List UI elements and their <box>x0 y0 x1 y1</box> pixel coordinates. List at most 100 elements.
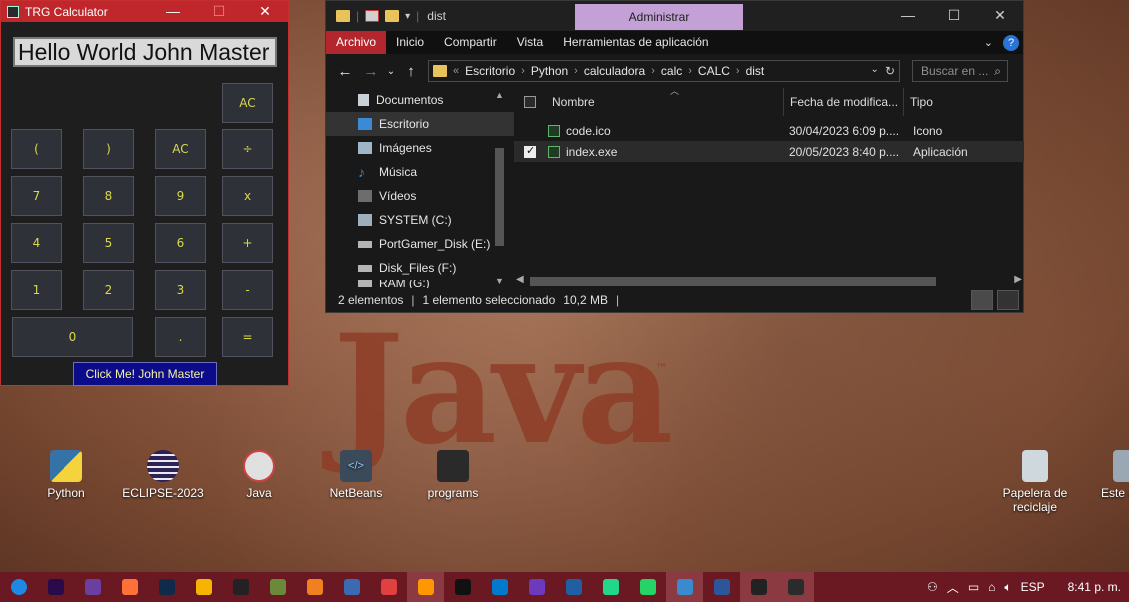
scroll-right-icon[interactable]: ▶ <box>1014 274 1022 285</box>
breadcrumb-overflow-icon[interactable]: « <box>453 65 459 77</box>
scroll-left-icon[interactable]: ◀ <box>516 274 524 285</box>
taskbar-button[interactable] <box>259 572 296 602</box>
column-tipo[interactable]: Tipo <box>904 88 1024 116</box>
breadcrumb-separator-icon[interactable]: › <box>651 65 655 77</box>
desktop-icon-programs[interactable]: programs <box>408 450 498 500</box>
refresh-icon[interactable]: ↻ <box>885 64 895 78</box>
taskbar-button[interactable] <box>333 572 370 602</box>
taskbar-button[interactable] <box>666 572 703 602</box>
select-all-checkbox[interactable] <box>524 96 536 108</box>
taskbar-button[interactable] <box>0 572 37 602</box>
address-dropdown-icon[interactable]: ⌄ <box>871 64 879 78</box>
nav-item-system-c[interactable]: SYSTEM (C:) <box>326 208 514 232</box>
minus-button[interactable]: - <box>222 270 273 310</box>
language-indicator[interactable]: ESP <box>1021 580 1045 594</box>
taskbar-button[interactable] <box>148 572 185 602</box>
taskbar-button[interactable] <box>555 572 592 602</box>
tab-herramientas[interactable]: Herramientas de aplicación <box>553 31 718 54</box>
battery-icon[interactable]: ▭ <box>968 580 979 594</box>
breadcrumb-separator-icon[interactable]: › <box>688 65 692 77</box>
lparen-button[interactable]: ( <box>11 129 62 169</box>
equals-button[interactable]: = <box>222 317 273 357</box>
maximize-button[interactable]: ☐ <box>931 1 977 31</box>
close-button[interactable]: ✕ <box>242 3 288 20</box>
search-input[interactable]: Buscar en ... ⌕ <box>912 60 1008 82</box>
nav-item-imagenes[interactable]: Imágenes <box>326 136 514 160</box>
tab-compartir[interactable]: Compartir <box>434 31 507 54</box>
breadcrumb-calculadora[interactable]: calculadora <box>584 64 645 78</box>
nav-item-musica[interactable]: ♪ Música <box>326 160 514 184</box>
clock[interactable]: 8:41 p. m. <box>1068 580 1121 594</box>
minimize-button[interactable]: — <box>150 3 196 20</box>
breadcrumb-separator-icon[interactable]: › <box>574 65 578 77</box>
taskbar-button[interactable] <box>296 572 333 602</box>
scroll-down-icon[interactable]: ▼ <box>495 276 504 286</box>
taskbar-button[interactable] <box>37 572 74 602</box>
plus-button[interactable]: + <box>222 223 273 263</box>
desktop-icon-python[interactable]: Python <box>21 450 111 500</box>
context-tab-administrar[interactable]: Administrar <box>575 4 743 30</box>
divide-button[interactable]: ÷ <box>222 129 273 169</box>
desktop-icon-java[interactable]: Java <box>214 450 304 500</box>
folder-icon[interactable] <box>336 10 350 22</box>
breadcrumb-dist[interactable]: dist <box>746 64 765 78</box>
large-icons-view-icon[interactable] <box>997 290 1019 310</box>
address-bar[interactable]: « Escritorio › Python › calculadora › ca… <box>428 60 900 82</box>
scrollbar-thumb[interactable] <box>495 148 504 246</box>
taskbar-button[interactable] <box>444 572 481 602</box>
zero-button[interactable]: 0 <box>12 317 133 357</box>
multiply-button[interactable]: x <box>222 176 273 216</box>
taskbar-button[interactable] <box>777 572 814 602</box>
taskbar-button[interactable] <box>74 572 111 602</box>
four-button[interactable]: 4 <box>11 223 62 263</box>
seven-button[interactable]: 7 <box>11 176 62 216</box>
taskbar-button[interactable] <box>592 572 629 602</box>
new-folder-icon[interactable] <box>385 10 400 22</box>
ac-button[interactable]: AC <box>155 129 206 169</box>
desktop-icon-recycle-bin[interactable]: Papelera de reciclaje <box>990 450 1080 514</box>
nav-scrollbar[interactable]: ▲ ▼ <box>492 88 506 288</box>
tab-inicio[interactable]: Inicio <box>386 31 434 54</box>
volume-icon[interactable]: 🔈︎ <box>1004 580 1011 595</box>
breadcrumb-separator-icon[interactable]: › <box>521 65 525 77</box>
desktop-icon-this-pc[interactable]: Este e <box>1085 450 1129 500</box>
column-nombre[interactable]: Nombre ︿ <box>546 88 784 116</box>
expand-ribbon-icon[interactable]: ⌄ <box>984 36 993 49</box>
tab-archivo[interactable]: Archivo <box>326 31 387 54</box>
minimize-button[interactable]: — <box>885 1 931 31</box>
three-button[interactable]: 3 <box>155 270 206 310</box>
breadcrumb-escritorio[interactable]: Escritorio <box>465 64 515 78</box>
taskbar-button[interactable] <box>185 572 222 602</box>
breadcrumb-python[interactable]: Python <box>531 64 568 78</box>
maximize-button[interactable]: ☐ <box>196 3 242 20</box>
one-button[interactable]: 1 <box>11 270 62 310</box>
nav-item-documentos[interactable]: Documentos <box>326 88 514 112</box>
close-button[interactable]: ✕ <box>977 1 1023 31</box>
customize-toolbar-icon[interactable]: ▾ <box>405 11 410 22</box>
recent-locations-icon[interactable]: ⌄ <box>384 66 398 77</box>
taskbar-button[interactable] <box>703 572 740 602</box>
calculator-display[interactable]: Hello World John Master <box>13 37 277 67</box>
nine-button[interactable]: 9 <box>155 176 206 216</box>
back-icon[interactable]: ← <box>332 63 358 80</box>
network-icon[interactable]: ⌂ <box>988 580 995 594</box>
tab-vista[interactable]: Vista <box>507 31 553 54</box>
click-me-button[interactable]: Click Me! John Master <box>73 362 217 386</box>
breadcrumb-separator-icon[interactable]: › <box>736 65 740 77</box>
taskbar-button[interactable] <box>740 572 777 602</box>
people-icon[interactable]: ⚇ <box>927 580 938 594</box>
taskbar-button[interactable] <box>370 572 407 602</box>
nav-item-ram-g[interactable]: RAM (G:) <box>326 280 514 288</box>
eight-button[interactable]: 8 <box>83 176 134 216</box>
desktop-icon-eclipse[interactable]: ECLIPSE-2023 <box>118 450 208 500</box>
nav-item-escritorio[interactable]: Escritorio <box>326 112 514 136</box>
two-button[interactable]: 2 <box>83 270 134 310</box>
five-button[interactable]: 5 <box>83 223 134 263</box>
up-icon[interactable]: ↑ <box>398 63 424 80</box>
help-icon[interactable]: ? <box>1003 34 1019 51</box>
taskbar-button[interactable] <box>111 572 148 602</box>
column-fecha[interactable]: Fecha de modifica... <box>784 88 904 116</box>
breadcrumb-calc-upper[interactable]: CALC <box>698 64 730 78</box>
horizontal-scrollbar[interactable]: ◀ ▶ <box>514 274 1024 288</box>
details-view-icon[interactable] <box>971 290 993 310</box>
